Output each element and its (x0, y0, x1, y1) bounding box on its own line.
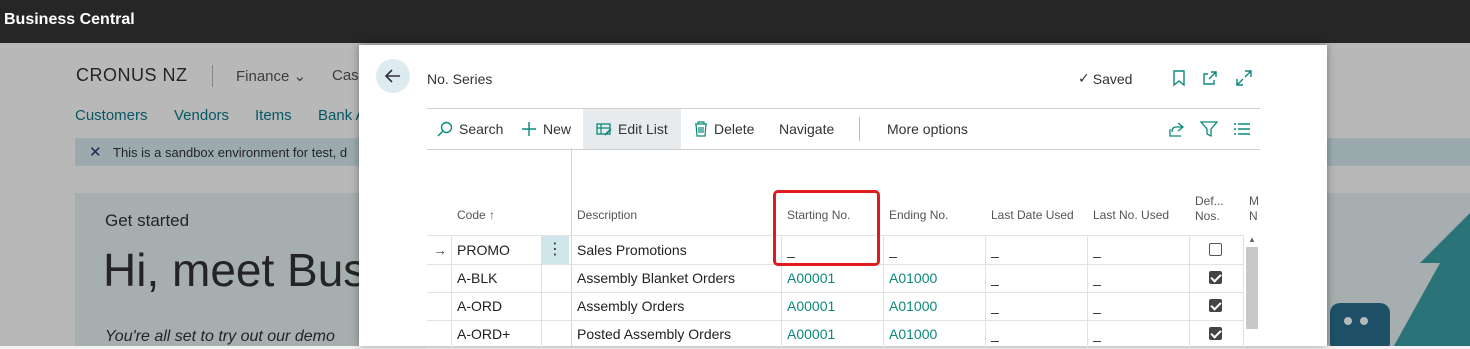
column-header-ending-no[interactable]: Ending No. (889, 208, 948, 222)
search-icon (437, 121, 453, 137)
column-header-code[interactable]: Code ↑ (457, 208, 495, 222)
cell-starting-no[interactable]: A00001 (787, 264, 835, 292)
cell-starting-no[interactable]: A00001 (787, 320, 835, 348)
cell-code[interactable]: A-BLK (457, 264, 497, 292)
cell-last-no-used[interactable]: _ (1093, 292, 1101, 320)
delete-button[interactable]: Delete (694, 109, 754, 149)
cell-description[interactable]: Sales Promotions (577, 236, 687, 264)
plus-icon (522, 122, 536, 136)
default-nos-checkbox[interactable] (1209, 243, 1222, 256)
vertical-scrollbar[interactable]: ▲ (1246, 235, 1258, 346)
edit-list-icon (596, 123, 612, 136)
list-view-icon[interactable] (1233, 120, 1251, 138)
action-divider (859, 117, 860, 141)
cell-code[interactable]: A-ORD+ (457, 320, 510, 348)
share-icon[interactable] (1167, 120, 1185, 138)
cell-ending-no[interactable]: A01000 (889, 292, 937, 320)
new-button[interactable]: New (521, 109, 571, 149)
cell-ending-no[interactable]: A01000 (889, 320, 937, 348)
column-header-last-date-used[interactable]: Last Date Used (991, 208, 1074, 222)
trash-icon (695, 121, 707, 137)
default-nos-checkbox[interactable] (1209, 299, 1222, 312)
starting-no-highlight-box (773, 190, 880, 266)
cell-ending-no[interactable]: _ (889, 236, 897, 264)
cell-last-date-used[interactable]: _ (991, 264, 999, 292)
cell-last-no-used[interactable]: _ (1093, 320, 1101, 348)
cell-last-date-used[interactable]: _ (991, 320, 999, 348)
cell-ending-no[interactable]: A01000 (889, 264, 937, 292)
column-header-description[interactable]: Description (577, 208, 637, 222)
cell-description[interactable]: Assembly Blanket Orders (577, 264, 735, 292)
scroll-up-arrow-icon[interactable]: ▲ (1248, 235, 1256, 244)
back-button[interactable] (376, 59, 410, 93)
cell-code[interactable]: A-ORD (457, 292, 502, 320)
cell-last-date-used[interactable]: _ (991, 236, 999, 264)
action-bar: Search New Edit List Delete Navigate Mor… (427, 108, 1260, 150)
app-title[interactable]: Business Central (4, 11, 135, 29)
filter-icon[interactable] (1200, 120, 1218, 138)
cell-description[interactable]: Assembly Orders (577, 292, 684, 320)
column-header-last-no-used[interactable]: Last No. Used (1093, 208, 1169, 222)
cell-last-no-used[interactable]: _ (1093, 236, 1101, 264)
cell-description[interactable]: Posted Assembly Orders (577, 320, 731, 348)
open-in-new-window-icon[interactable] (1201, 69, 1219, 87)
cell-starting-no[interactable]: A00001 (787, 292, 835, 320)
dialog-title: No. Series (427, 71, 493, 87)
column-header-manual-nos[interactable]: MN (1249, 194, 1259, 224)
app-header: Business Central (0, 0, 1470, 43)
row-selected-arrow-icon: → (433, 242, 447, 258)
row-actions-menu-icon[interactable]: ⋮ (541, 236, 569, 264)
bookmark-icon[interactable] (1170, 69, 1188, 87)
checkmark-icon: ✓ (1078, 70, 1090, 86)
default-nos-checkbox[interactable] (1209, 271, 1222, 284)
default-nos-checkbox[interactable] (1209, 327, 1222, 340)
table-row[interactable]: A-BLK Assembly Blanket Orders A00001 A01… (427, 264, 1244, 293)
search-button[interactable]: Search (437, 109, 503, 149)
more-options-button[interactable]: More options (887, 109, 968, 149)
expand-icon[interactable] (1235, 69, 1253, 87)
table-row[interactable]: A-ORD Assembly Orders A00001 A01000 _ _ (427, 292, 1244, 321)
cell-last-no-used[interactable]: _ (1093, 264, 1101, 292)
save-status: ✓ Saved (1078, 70, 1133, 87)
column-header-default-nos[interactable]: Def... Nos. (1195, 194, 1224, 224)
navigate-button[interactable]: Navigate (779, 109, 834, 149)
cell-last-date-used[interactable]: _ (991, 292, 999, 320)
scrollbar-thumb[interactable] (1246, 247, 1258, 329)
arrow-left-icon (384, 69, 400, 83)
cell-code[interactable]: PROMO (457, 236, 510, 264)
edit-list-button[interactable]: Edit List (583, 109, 681, 149)
table-row[interactable]: A-ORD+ Posted Assembly Orders A00001 A01… (427, 320, 1244, 349)
